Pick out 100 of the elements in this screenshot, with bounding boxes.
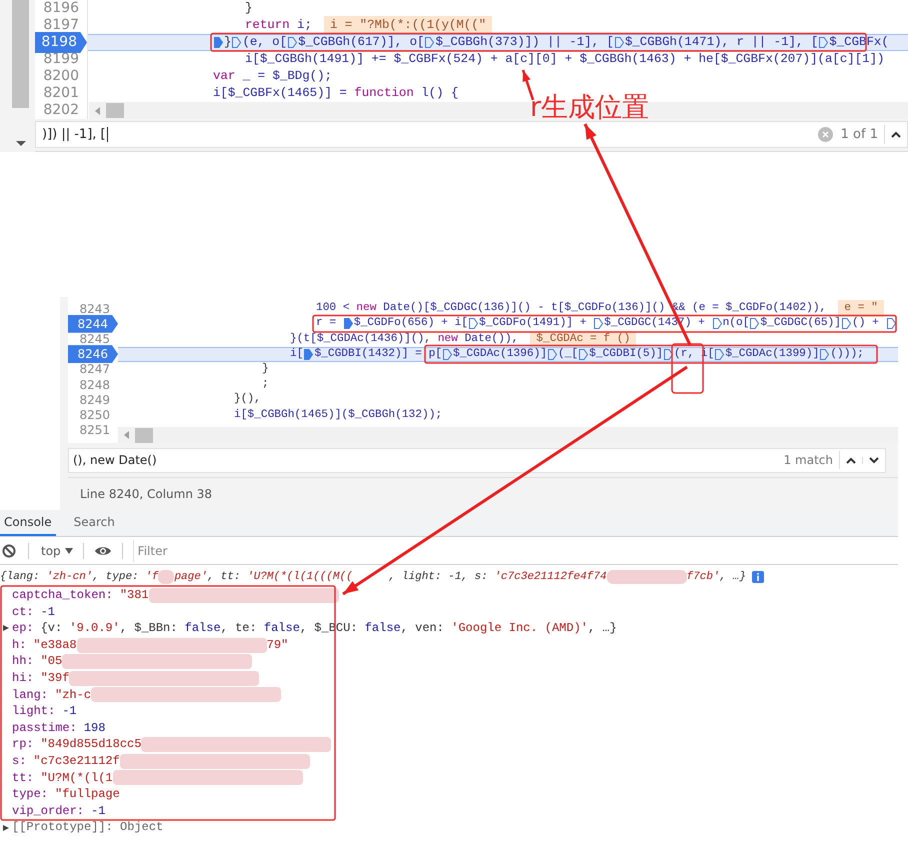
scroll-down-icon[interactable]: [16, 141, 26, 146]
breakpoint-marker-icon[interactable]: [232, 37, 242, 48]
clear-console-icon[interactable]: [2, 544, 16, 558]
code-text: r =: [316, 316, 338, 332]
property-key: hi:: [12, 670, 34, 687]
code-text: $_CGDGC(65)]: [760, 316, 841, 332]
code-text: }: [262, 362, 269, 377]
code-text: }: [245, 0, 252, 18]
property-value: -1: [91, 802, 106, 820]
code-text: $_CGBGh(373)]) || -1], [: [435, 34, 614, 52]
code-text: var _ = $_BDg();: [213, 68, 332, 86]
annotation-label: r生成位置: [530, 91, 650, 125]
expand-triangle-icon[interactable]: [3, 625, 9, 632]
code-text: $_CGDFo(656) + i[: [354, 316, 468, 332]
code-text: ;: [262, 377, 269, 392]
breakpoint-marker-icon[interactable]: [304, 348, 314, 360]
vertical-scrollbar[interactable]: [12, 0, 29, 108]
code-text: () +: [852, 316, 880, 332]
breakpoint-marker-icon[interactable]: [715, 348, 724, 360]
chevron-down-icon[interactable]: [869, 456, 879, 464]
property-key: ep:: [12, 620, 34, 637]
property-key: type:: [12, 786, 48, 803]
property-key: s:: [12, 752, 26, 770]
breakpoint-marker-icon[interactable]: [614, 37, 624, 48]
property-value: 198: [84, 720, 106, 736]
line-number[interactable]: 8198: [35, 32, 87, 53]
code-text: (e, o[: [242, 34, 288, 52]
breakpoint-marker-icon[interactable]: [443, 348, 452, 360]
log-text[interactable]: page', tt: 'U?M(*(l(1(((M((: [174, 568, 353, 586]
property-value: "zh-c: [55, 686, 92, 704]
scrollbar-thumb[interactable]: [135, 428, 153, 442]
breakpoint-marker-icon[interactable]: [712, 318, 722, 330]
expand-triangle-icon[interactable]: [3, 824, 9, 831]
breakpoint-marker-icon[interactable]: [579, 348, 588, 360]
property-key: light:: [12, 703, 56, 720]
property-value: "381: [120, 587, 149, 604]
code-text: $_CGDFo(1491)] +: [479, 316, 588, 332]
breakpoint-marker-icon[interactable]: [344, 318, 353, 330]
property-key: rp:: [12, 736, 34, 753]
chevron-up-icon[interactable]: [891, 131, 901, 138]
property-value: "U?M(*(l(1: [40, 770, 113, 786]
breakpoint-marker-icon[interactable]: [214, 37, 223, 48]
match-count: 1 of 1: [840, 124, 885, 144]
property-value: -1: [62, 703, 77, 720]
property-value: "849d855d18cc5: [40, 736, 142, 753]
code-text: i[: [290, 346, 304, 362]
code-text: n(o[: [722, 316, 750, 332]
code-text: }(t[$_CGDAc(1436)](), new Date()),: [290, 332, 518, 347]
breakpoint-marker-icon[interactable]: [819, 37, 828, 48]
code-text: }: [224, 34, 232, 52]
breakpoint-marker-icon[interactable]: [664, 348, 674, 360]
property-key: vip_order:: [12, 802, 84, 820]
breakpoint-marker-icon[interactable]: [425, 37, 434, 48]
property-key: tt:: [12, 770, 34, 786]
log-text[interactable]: , light: -1, s: 'c7c3e21112fe4f74: [388, 568, 607, 586]
horizontal-scrollbar[interactable]: [118, 427, 898, 443]
eye-icon[interactable]: [94, 544, 112, 556]
clear-icon[interactable]: [818, 127, 833, 142]
log-text[interactable]: {lang: 'zh-cn', type: 'f: [0, 568, 158, 586]
property-value: -1: [40, 604, 56, 620]
prototype-entry[interactable]: [[Prototype]]: Object: [12, 819, 164, 836]
breakpoint-marker-icon[interactable]: [469, 318, 478, 330]
breakpoint-marker-icon[interactable]: [288, 37, 298, 48]
property-key: hh:: [12, 653, 34, 670]
status-text: Line 8240, Column 38: [80, 486, 212, 503]
code-text: i[$_CGBFx(1465)] = function l() {: [213, 85, 458, 102]
search-field[interactable]: )]) || -1], [: [42, 124, 818, 144]
filter-field[interactable]: Filter: [132, 540, 898, 562]
code-text: ()));: [830, 346, 864, 362]
breakpoint-marker-icon[interactable]: [820, 348, 830, 360]
log-text[interactable]: f7cb', …}: [686, 568, 746, 586]
search-field[interactable]: (), new Date(): [73, 451, 784, 469]
line-number[interactable]: 8246: [68, 345, 118, 364]
property-key: lang:: [12, 686, 48, 704]
info-icon[interactable]: [752, 571, 764, 583]
redaction-blur: [158, 570, 174, 584]
code-text: $_CGDBI(5)]: [589, 346, 664, 362]
line-number[interactable]: 8244: [68, 314, 118, 333]
breakpoint-marker-icon[interactable]: [750, 318, 760, 330]
property-key: h:: [12, 636, 26, 654]
line-number[interactable]: 8251: [79, 421, 118, 440]
property-key: captcha_token:: [12, 587, 113, 604]
breakpoint-marker-icon[interactable]: [548, 348, 557, 360]
property-key: ct:: [12, 604, 34, 620]
property-value: "05: [40, 653, 62, 670]
scrollbar-thumb[interactable]: [106, 103, 124, 118]
context-selector[interactable]: top: [41, 542, 73, 560]
code-text: $_CGBGh(1471), r || -1], [: [624, 34, 818, 52]
code-text: i[$_CGBGh(1491)] += $_CGBFx(524) + a[c][0] + $_CGBGh(1463) + he[$_CGBFx(207)](a[c][1]): [245, 51, 884, 68]
breakpoint-marker-icon[interactable]: [594, 318, 604, 330]
annotation-arrow: [522, 70, 534, 100]
property-key: passtime:: [12, 720, 77, 736]
chevron-up-icon[interactable]: [846, 456, 856, 464]
property-value: "c7c3e21112f: [33, 752, 120, 770]
property-value: 79": [266, 636, 288, 654]
breakpoint-marker-icon[interactable]: [886, 318, 896, 330]
breakpoint-marker-icon[interactable]: [842, 318, 851, 330]
panel-tab[interactable]: Search: [70, 510, 119, 536]
property-value: "39f: [40, 670, 70, 687]
code-text: (_[: [558, 346, 578, 362]
